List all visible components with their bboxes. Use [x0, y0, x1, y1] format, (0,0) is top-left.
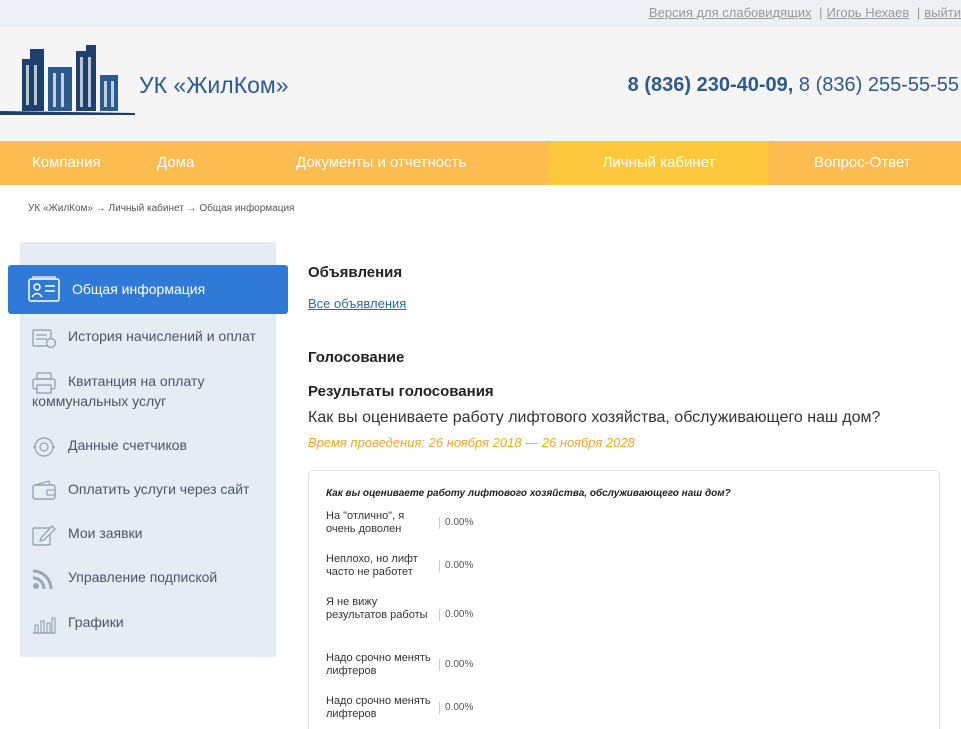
top-bar: Версия для слабовидящих | Игорь Нехаев | в… — [0, 0, 961, 27]
logout-link[interactable]: выйти — [924, 5, 961, 20]
brand-name[interactable]: УК «ЖилКом» — [139, 72, 289, 99]
printer-icon — [32, 372, 56, 394]
poll-results-question: Как вы оцениваете работу лифтового хозяй… — [326, 488, 731, 499]
meter-icon — [33, 437, 55, 457]
poll-option-label: Надо срочно менять лифтеров — [326, 695, 431, 720]
sidebar-item-label: Графики — [68, 614, 124, 630]
buildings-logo-icon[interactable] — [0, 45, 135, 115]
voting-title: Голосование — [308, 349, 405, 366]
nav-item-documents[interactable]: Документы и отчетность — [296, 141, 466, 185]
breadcrumb: УК «ЖилКом» → Личный кабинет → Общая инф… — [28, 203, 295, 214]
rss-icon — [32, 569, 53, 590]
announcements-title: Объявления — [308, 264, 403, 281]
sidebar-item-label: Квитанция на оплату — [68, 373, 205, 389]
nav-item-houses[interactable]: Дома — [157, 141, 194, 185]
sidebar-item-general-info[interactable]: Общая информация — [8, 265, 288, 314]
poll-option-label: Надо срочно менять лифтеров — [326, 652, 431, 677]
chart-icon — [33, 617, 56, 634]
phone-numbers: 8 (836) 230-40-09, 8 (836) 255-55-55 — [628, 74, 959, 97]
nav-item-faq[interactable]: Вопрос-Ответ — [814, 141, 911, 185]
poll-option-label: Неплохо, но лифт часто не работет — [326, 553, 418, 578]
phone-secondary: 8 (836) 255-55-55 — [798, 74, 959, 96]
poll-option-value: 0.00% — [439, 609, 473, 621]
poll-option-label: На "отлично", я очень доволен — [326, 510, 405, 535]
poll-option-value: 0.00% — [439, 659, 473, 671]
id-card-icon — [28, 276, 60, 302]
phone-primary: 8 (836) 230-40-09, — [627, 74, 794, 96]
sidebar-item-label: Управление подпиской — [68, 569, 218, 585]
edit-icon — [32, 525, 56, 546]
poll-results-box: Как вы оцениваете работу лифтового хозяй… — [308, 470, 940, 729]
sidebar-item-label: Общая информация — [72, 281, 206, 297]
user-link[interactable]: Игорь Нехаев — [827, 5, 910, 20]
sidebar-item-label: История начислений и оплат — [68, 328, 256, 344]
sidebar-item-label: Мои заявки — [68, 525, 143, 541]
all-announcements-link[interactable]: Все объявления — [308, 296, 406, 311]
main-nav: Компания Дома Документы и отчетность Лич… — [0, 141, 961, 185]
site-header: УК «ЖилКом» 8 (836) 230-40-09, 8 (836) 2… — [0, 27, 961, 141]
accessibility-link[interactable]: Версия для слабовидящих — [649, 5, 812, 20]
separator: | — [916, 5, 921, 20]
sidebar-item-label: Оплатить услуги через сайт — [68, 481, 250, 497]
sidebar-item-label: коммунальных услуг — [32, 393, 167, 409]
nav-item-company[interactable]: Компания — [32, 141, 101, 185]
poll-option-value: 0.00% — [439, 702, 473, 714]
history-icon — [32, 329, 56, 349]
poll-option-value: 0.00% — [439, 517, 473, 529]
separator: | — [819, 5, 823, 20]
poll-option-label: Я не вижу результатов работы — [326, 596, 428, 621]
poll-option-value: 0.00% — [439, 560, 473, 572]
wallet-icon — [32, 480, 56, 500]
poll-period: Время проведения: 26 ноября 2018 — 26 но… — [308, 435, 635, 450]
sidebar-item-label: Данные счетчиков — [68, 437, 187, 453]
results-title: Результаты голосования — [308, 383, 494, 400]
nav-item-cabinet[interactable]: Личный кабинет — [549, 141, 769, 185]
top-links: Версия для слабовидящих | Игорь Нехаев | в… — [649, 5, 961, 20]
poll-question: Как вы оцениваете работу лифтового хозяй… — [308, 409, 881, 426]
